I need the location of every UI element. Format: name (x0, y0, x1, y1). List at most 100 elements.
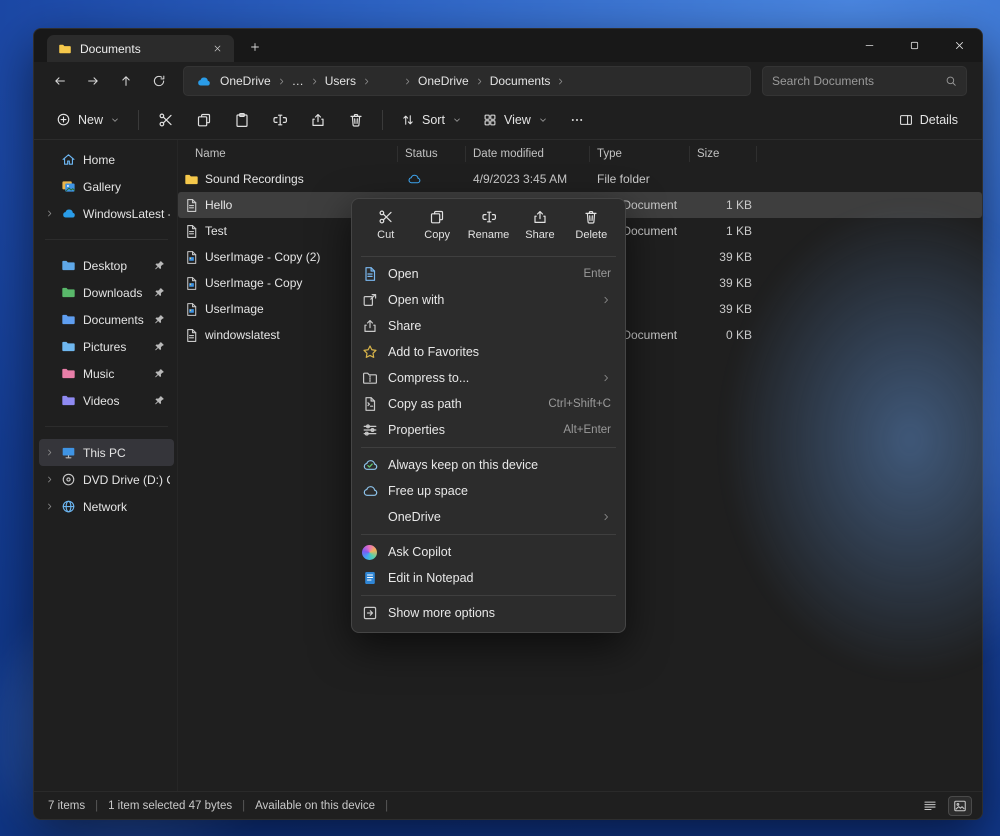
menu-item-open-with[interactable]: Open with (356, 287, 621, 313)
breadcrumb-ellipsis[interactable]: … (287, 74, 309, 88)
share-icon (532, 209, 548, 225)
paste-button[interactable] (223, 104, 260, 135)
forward-button[interactable] (78, 67, 108, 95)
more-options-icon (362, 605, 378, 621)
text-document-icon (184, 328, 199, 343)
chevron-right-icon[interactable] (44, 209, 54, 218)
menu-item-open[interactable]: Open Enter (356, 261, 621, 287)
menu-item-compress-to[interactable]: Compress to... (356, 365, 621, 391)
up-button[interactable] (111, 67, 141, 95)
chevron-right-icon[interactable] (361, 77, 372, 86)
menu-item-share[interactable]: Share (356, 313, 621, 339)
context-rename-button[interactable]: Rename (463, 206, 514, 252)
home-icon (61, 152, 76, 167)
chevron-right-icon[interactable] (276, 77, 287, 86)
menu-item-show-more-options[interactable]: Show more options (356, 600, 621, 626)
share-button[interactable] (299, 104, 336, 135)
copy-icon (429, 209, 445, 225)
file-explorer-window: Documents OneDrive … Users OneDrive D (33, 28, 983, 820)
sidebar-item-dvd-drive[interactable]: DVD Drive (D:) CCC (39, 466, 174, 493)
arrow-right-icon (86, 74, 100, 88)
submenu-chevron-icon (601, 295, 611, 305)
delete-button[interactable] (337, 104, 374, 135)
new-tab-button[interactable] (242, 34, 268, 60)
breadcrumb-item-users[interactable]: Users (320, 74, 361, 88)
sort-button[interactable]: Sort (391, 104, 472, 135)
sidebar-item-network[interactable]: Network (39, 493, 174, 520)
details-pane-icon (899, 113, 913, 127)
menu-item-properties[interactable]: Properties Alt+Enter (356, 417, 621, 443)
pin-icon (154, 260, 165, 271)
rename-button[interactable] (261, 104, 298, 135)
refresh-button[interactable] (144, 67, 174, 95)
plus-circle-icon (56, 112, 71, 127)
sidebar-item-documents[interactable]: Documents (39, 306, 174, 333)
menu-item-copy-as-path[interactable]: Copy as path Ctrl+Shift+C (356, 391, 621, 417)
sidebar-divider (45, 426, 168, 427)
sidebar-item-pictures[interactable]: Pictures (39, 333, 174, 360)
properties-sliders-icon (362, 422, 378, 438)
context-cut-button[interactable]: Cut (360, 206, 411, 252)
column-header-date-modified[interactable]: Date modified (466, 146, 590, 162)
chevron-right-icon[interactable] (402, 77, 413, 86)
chevron-right-icon[interactable] (44, 448, 54, 457)
this-pc-icon (61, 445, 76, 460)
breadcrumb-item-onedrive[interactable]: OneDrive (215, 74, 276, 88)
cut-button[interactable] (147, 104, 184, 135)
more-options-button[interactable] (559, 104, 596, 135)
sidebar-item-windowslatest-onedrive[interactable]: WindowsLatest - Pe (39, 200, 174, 227)
plus-icon (249, 41, 261, 53)
menu-item-add-to-favorites[interactable]: Add to Favorites (356, 339, 621, 365)
view-button[interactable]: View (473, 104, 558, 135)
menu-item-onedrive[interactable]: OneDrive (356, 504, 621, 530)
chevron-right-icon[interactable] (555, 77, 566, 86)
chevron-right-icon[interactable] (309, 77, 320, 86)
view-toggle-group (918, 796, 972, 816)
text-document-icon (184, 224, 199, 239)
column-header-status[interactable]: Status (398, 146, 466, 162)
context-delete-button[interactable]: Delete (566, 206, 617, 252)
sidebar-item-videos[interactable]: Videos (39, 387, 174, 414)
tab-documents[interactable]: Documents (47, 35, 234, 62)
close-button[interactable] (937, 29, 982, 62)
menu-item-edit-in-notepad[interactable]: Edit in Notepad (356, 565, 621, 591)
status-thumbnail-view-button[interactable] (948, 796, 972, 816)
context-share-button[interactable]: Share (514, 206, 565, 252)
menu-item-ask-copilot[interactable]: Ask Copilot (356, 539, 621, 565)
file-row-sound-recordings[interactable]: Sound Recordings 4/9/2023 3:45 AM File f… (178, 166, 982, 192)
sidebar-item-gallery[interactable]: Gallery (39, 173, 174, 200)
sort-button-label: Sort (422, 113, 445, 127)
details-button[interactable]: Details (889, 104, 968, 135)
new-button[interactable]: New (46, 104, 130, 135)
chevron-right-icon[interactable] (44, 475, 54, 484)
videos-folder-icon (61, 393, 76, 408)
breadcrumb-item-documents[interactable]: Documents (485, 74, 556, 88)
chevron-right-icon[interactable] (44, 502, 54, 511)
menu-divider (361, 256, 616, 257)
column-header-name[interactable]: Name (178, 146, 398, 162)
column-header-size[interactable]: Size (690, 146, 757, 162)
maximize-button[interactable] (892, 29, 937, 62)
minimize-button[interactable] (847, 29, 892, 62)
tab-close-icon[interactable] (208, 40, 226, 58)
sidebar-item-home[interactable]: Home (39, 146, 174, 173)
column-header-type[interactable]: Type (590, 146, 690, 162)
sidebar-item-music[interactable]: Music (39, 360, 174, 387)
status-list-view-button[interactable] (918, 796, 942, 816)
sidebar-item-this-pc[interactable]: This PC (39, 439, 174, 466)
context-copy-button[interactable]: Copy (411, 206, 462, 252)
toolbar-divider (138, 110, 139, 130)
sidebar-item-downloads[interactable]: Downloads (39, 279, 174, 306)
search-box[interactable] (762, 66, 967, 96)
menu-item-free-up-space[interactable]: Free up space (356, 478, 621, 504)
search-input[interactable] (772, 74, 945, 88)
rename-icon (272, 112, 288, 128)
back-button[interactable] (45, 67, 75, 95)
chevron-right-icon[interactable] (474, 77, 485, 86)
open-with-icon (362, 292, 378, 308)
sidebar-item-desktop[interactable]: Desktop (39, 252, 174, 279)
copy-button[interactable] (185, 104, 222, 135)
menu-item-always-keep-on-this-device[interactable]: Always keep on this device (356, 452, 621, 478)
thumbnail-view-icon (953, 799, 967, 813)
breadcrumb-item-onedrive-2[interactable]: OneDrive (413, 74, 474, 88)
